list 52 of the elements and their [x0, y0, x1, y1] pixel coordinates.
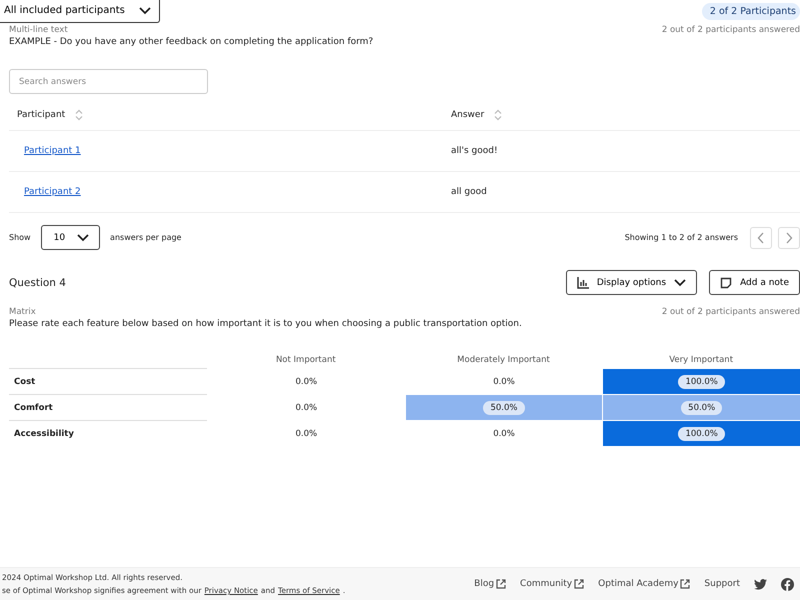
matrix-cell: 100.0%: [602, 368, 800, 394]
footer-link[interactable]: Community: [520, 579, 584, 589]
search-field[interactable]: Search answers: [9, 69, 208, 94]
question-title: Question 4: [9, 277, 66, 289]
matrix-cell: 100.0%: [602, 420, 800, 446]
participant-filter-dropdown[interactable]: All included participants: [0, 0, 160, 22]
row-label: Accessibility: [14, 428, 74, 438]
question-type: Matrix: [9, 307, 36, 317]
row-label: Cost: [14, 376, 36, 386]
external-link-icon: [680, 579, 690, 589]
question-text: EXAMPLE - Do you have any other feedback on completing the application form?: [9, 37, 374, 47]
bar-chart-icon: [576, 276, 589, 288]
chevron-down-icon: [674, 278, 686, 286]
display-options-button[interactable]: Display options: [566, 270, 698, 295]
sort-icon[interactable]: [494, 109, 502, 121]
matrix-cell: 50.0%: [404, 394, 602, 420]
matrix-cell: 50.0%: [602, 394, 800, 420]
per-page-label: answers per page: [110, 233, 182, 242]
column-header: Moderately Important: [457, 355, 550, 365]
question-type: Multi-line text: [9, 25, 68, 35]
column-header[interactable]: Participant: [17, 110, 66, 120]
answered-count: 2 out of 2 participants answered: [662, 307, 800, 317]
previous-page-button[interactable]: [750, 226, 772, 248]
chevron-down-icon: [138, 6, 151, 14]
participants-badge: 2 of 2 Participants: [702, 2, 800, 20]
external-link-icon: [574, 579, 584, 589]
footer-link[interactable]: Optimal Academy: [598, 579, 690, 589]
sort-icon[interactable]: [75, 109, 84, 121]
participant-link[interactable]: Participant 1: [24, 146, 81, 156]
footer-link[interactable]: Blog: [474, 579, 506, 589]
column-header: Not Important: [276, 355, 336, 365]
participant-link[interactable]: Participant 2: [24, 187, 81, 197]
external-link-icon: [496, 579, 506, 589]
chevron-left-icon: [757, 232, 765, 244]
answer-cell: all's good!: [451, 146, 498, 156]
circle-f-icon[interactable]: [781, 578, 794, 590]
question-text: Please rate each feature below based on how important it is to you when choosing a public transportation option.: [9, 319, 523, 329]
row-label: Comfort: [14, 402, 53, 412]
add-note-button[interactable]: Add a note: [709, 270, 800, 295]
answered-count: 2 out of 2 participants answered: [662, 25, 800, 35]
chevron-down-icon: [77, 234, 90, 242]
footer-link[interactable]: Support: [704, 579, 740, 589]
answer-cell: all good: [451, 187, 487, 197]
column-header[interactable]: Answer: [451, 110, 484, 120]
showing-summary: Showing 1 to 2 of 2 answers: [624, 233, 738, 242]
bird-icon[interactable]: [754, 578, 767, 590]
next-page-button[interactable]: [778, 226, 800, 248]
note-icon: [720, 276, 732, 288]
per-page-dropdown[interactable]: 10: [40, 225, 100, 250]
column-header: Very Important: [669, 355, 734, 365]
show-label: Show: [9, 233, 31, 242]
chevron-right-icon: [785, 232, 793, 244]
